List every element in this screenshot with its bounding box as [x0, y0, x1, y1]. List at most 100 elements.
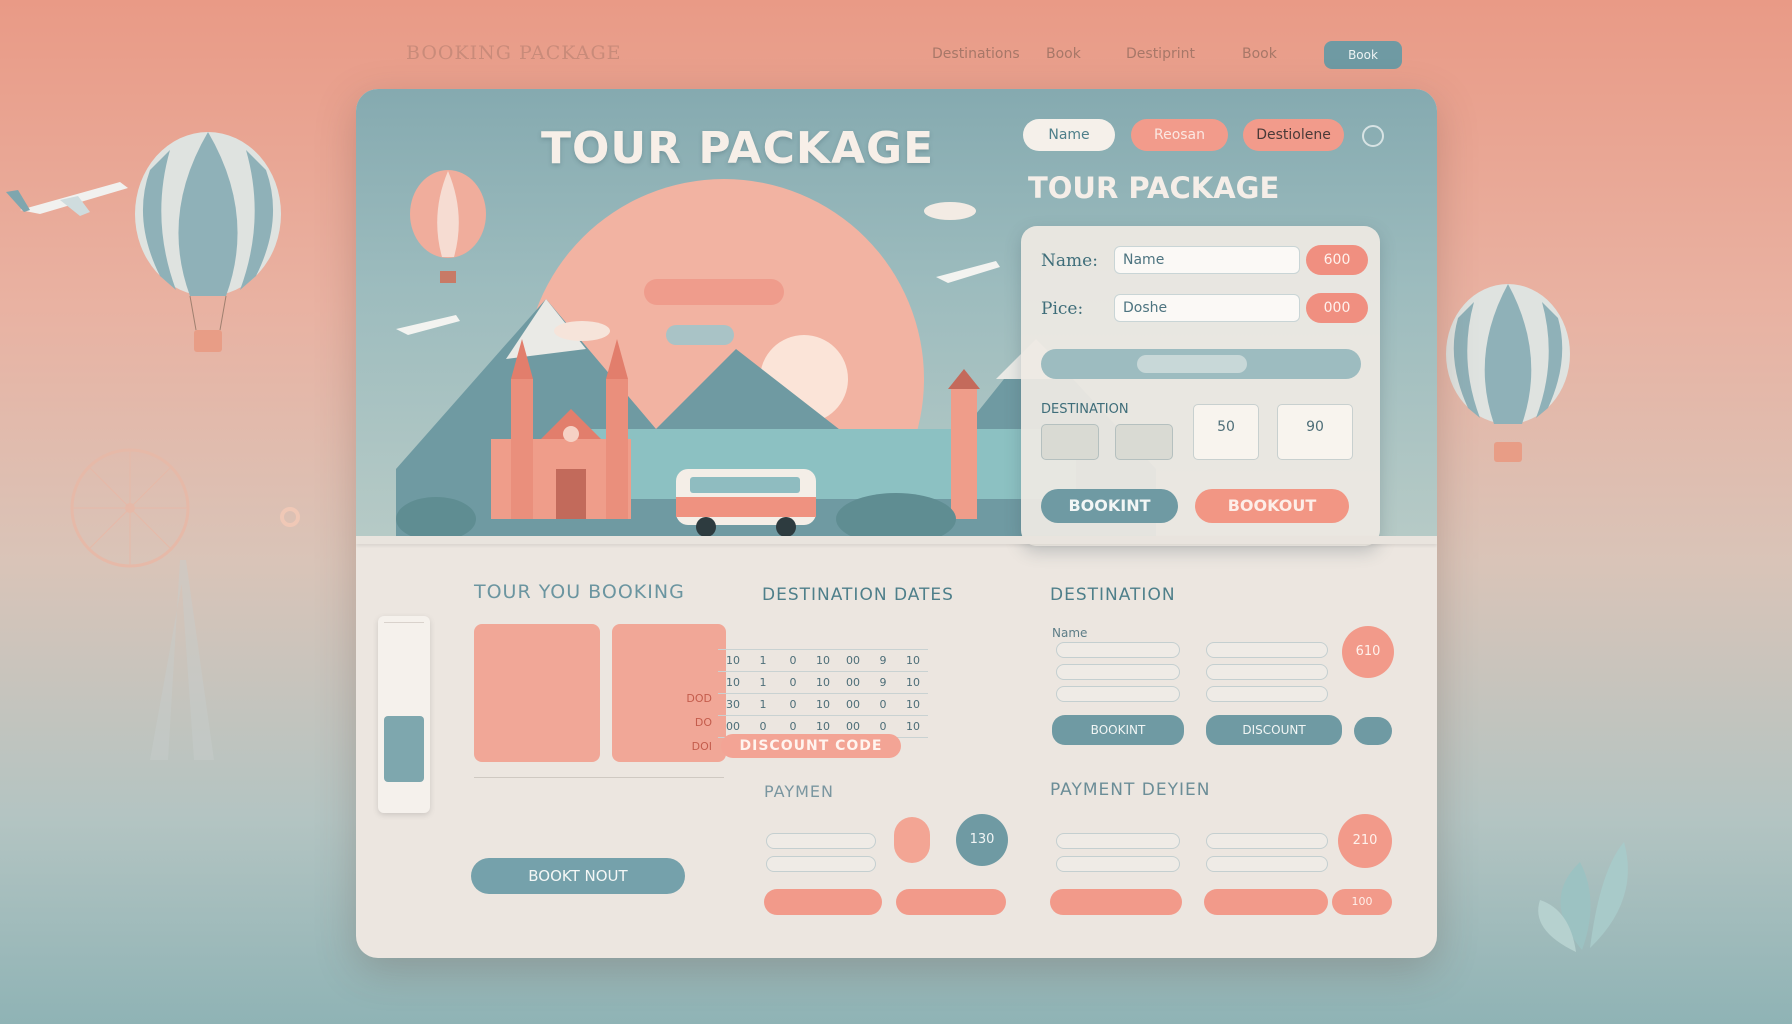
nav-link-book[interactable]: Book [1046, 46, 1081, 62]
summary-value: DO [694, 716, 712, 729]
calendar-header [898, 627, 928, 650]
adults-field[interactable]: 50 [1193, 404, 1259, 460]
hero-secondary-pill[interactable] [666, 325, 734, 345]
info-icon[interactable] [1354, 717, 1392, 745]
calendar-cell[interactable]: 0 [778, 693, 808, 716]
calendar-cell[interactable]: 30 [718, 693, 748, 716]
calendar-cell[interactable]: 10 [898, 649, 928, 672]
payment-field[interactable] [766, 833, 876, 849]
name-input[interactable]: Name [1114, 246, 1300, 274]
ferris-wheel-icon [70, 448, 190, 568]
destination-field[interactable] [1206, 664, 1328, 680]
top-navigation: BOOKING PACKAGE Destinations Book Destip… [400, 38, 1402, 72]
destination-field[interactable] [1056, 664, 1180, 680]
calendar-cell[interactable]: 0 [868, 693, 898, 716]
destination-payment-field[interactable] [1206, 833, 1328, 849]
filter-pill-destination[interactable]: Destiolene [1243, 119, 1344, 151]
hot-air-balloon-icon [410, 170, 486, 283]
calendar-cell[interactable]: 10 [898, 693, 928, 716]
destination-label: DESTINATION [1041, 402, 1129, 417]
destination-heading: DESTINATION [1050, 585, 1176, 605]
destination-payment-button-2[interactable] [1204, 889, 1328, 915]
destination-field[interactable] [1206, 686, 1328, 702]
book-button[interactable]: BOOKINT [1041, 489, 1178, 523]
calendar-cell[interactable]: 10 [718, 671, 748, 694]
calendar-cell[interactable]: 10 [898, 671, 928, 694]
ticket-image [384, 716, 424, 782]
calendar-cell[interactable]: 1 [748, 671, 778, 694]
destination-payment-button-3[interactable]: 100 [1332, 889, 1392, 915]
calendar-cell[interactable]: 9 [868, 671, 898, 694]
divider-line [474, 777, 724, 778]
payment-field[interactable] [766, 856, 876, 872]
hero-title: TOUR PACKAGE [541, 123, 935, 174]
calendar-cell[interactable]: 1 [748, 693, 778, 716]
calendar-cell[interactable]: 10 [808, 693, 838, 716]
calendar-cell[interactable]: 00 [838, 671, 868, 694]
calendar-cell[interactable]: 10 [808, 649, 838, 672]
nav-link-destiprint[interactable]: Destiprint [1126, 46, 1195, 62]
book-now-button[interactable]: BOOKT NOUT [471, 858, 685, 894]
dates-heading: DESTINATION DATES [762, 585, 954, 605]
children-field[interactable]: 90 [1277, 404, 1353, 460]
payment-button-1[interactable] [764, 889, 882, 915]
calendar-cell[interactable]: 10 [718, 649, 748, 672]
nav-link-destinations[interactable]: Destinations [932, 46, 1020, 62]
settings-icon[interactable] [1362, 125, 1384, 147]
destination-name-label: Name [1052, 626, 1088, 640]
filter-pill-name[interactable]: Name [1023, 119, 1115, 151]
calendar-cell[interactable]: 10 [898, 715, 928, 738]
hot-air-balloon-icon [135, 132, 281, 352]
destination-discount-button[interactable]: DISCOUNT [1206, 715, 1342, 745]
calendar-cell[interactable]: 00 [838, 649, 868, 672]
slider-handle[interactable] [1137, 355, 1247, 373]
destination-badge[interactable]: 610 [1342, 626, 1394, 678]
booking-form: Name: Name 600 Pice: Doshe 000 DESTINATI… [1021, 226, 1380, 546]
brand-logo[interactable]: BOOKING PACKAGE [406, 42, 622, 64]
calendar-cell[interactable]: 0 [778, 649, 808, 672]
price-badge[interactable]: 000 [1306, 293, 1368, 323]
destination-payment-field[interactable] [1056, 856, 1180, 872]
calendar-cell[interactable]: 10 [808, 671, 838, 694]
destination-payment-button-1[interactable] [1050, 889, 1182, 915]
calendar-cell[interactable]: 00 [838, 693, 868, 716]
destination-payment-badge[interactable]: 210 [1338, 814, 1392, 868]
dates-calendar: 10 1 0 10 00 9 10 10 1 0 10 00 9 10 30 1… [718, 627, 928, 738]
summary-value: DOI [691, 740, 712, 753]
destination-field[interactable] [1056, 686, 1180, 702]
destination-payment-field[interactable] [1206, 856, 1328, 872]
booking-heading: TOUR YOU BOOKING [474, 581, 685, 603]
form-title: TOUR PACKAGE [1028, 171, 1280, 205]
adults-field-value: 50 [1217, 419, 1235, 435]
calendar-cell[interactable]: 1 [748, 649, 778, 672]
calendar-header [748, 627, 778, 650]
payment-amount-badge[interactable]: 130 [956, 814, 1008, 866]
destination-payment-heading: PAYMENT DEYIEN [1050, 780, 1211, 800]
payment-button-2[interactable] [896, 889, 1006, 915]
destination-field[interactable] [1056, 642, 1180, 658]
nav-book-button[interactable]: Book [1324, 41, 1402, 69]
bookout-button[interactable]: BOOKOUT [1195, 489, 1349, 523]
range-slider[interactable] [1041, 349, 1361, 379]
discount-code-button[interactable]: DISCOUNT CODE [721, 734, 901, 758]
calendar-cell[interactable]: 9 [868, 649, 898, 672]
destination-option-1[interactable] [1041, 424, 1099, 460]
calendar-header [778, 627, 808, 650]
airplane-icon [936, 261, 1000, 283]
calendar-header [868, 627, 898, 650]
calendar-header [718, 627, 748, 650]
payment-badge[interactable] [894, 817, 930, 863]
name-badge[interactable]: 600 [1306, 245, 1368, 275]
price-input[interactable]: Doshe [1114, 294, 1300, 322]
summary-value: DOD [686, 692, 712, 705]
destination-field[interactable] [1206, 642, 1328, 658]
hero-primary-pill[interactable] [644, 279, 784, 305]
nav-link-book-2[interactable]: Book [1242, 46, 1277, 62]
calendar-cell[interactable]: 0 [778, 671, 808, 694]
destination-book-button[interactable]: BOOKINT [1052, 715, 1184, 745]
filter-pill-reason[interactable]: Reosan [1131, 119, 1228, 151]
children-field-value: 90 [1306, 419, 1324, 435]
section-divider [356, 536, 1437, 544]
destination-payment-field[interactable] [1056, 833, 1180, 849]
destination-option-2[interactable] [1115, 424, 1173, 460]
